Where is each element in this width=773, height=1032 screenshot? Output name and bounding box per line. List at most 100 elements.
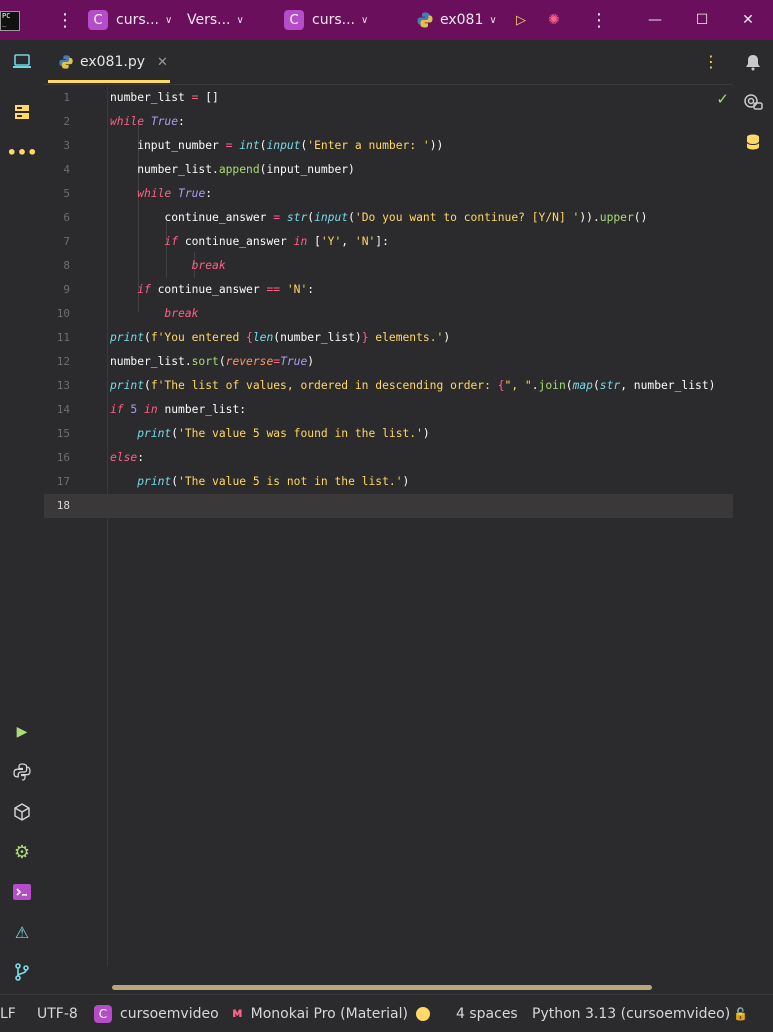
python-console-button[interactable] [12,762,32,782]
bell-icon [746,55,760,71]
tab-actions-button[interactable]: ⋮ [703,52,719,71]
code-text: while True: [110,115,185,128]
line-number: 5 [63,187,70,200]
code-text: number_list = [] [110,91,219,104]
code-line[interactable]: 5 while True: [44,182,733,206]
kebab-menu-icon: ⋮ [703,52,719,71]
encoding-widget[interactable]: UTF-8 [37,995,78,1032]
maximize-button[interactable]: ☐ [687,0,717,40]
project-tool-button[interactable] [12,52,32,72]
code-text: print(f'The list of values, ordered in d… [110,379,716,392]
code-line[interactable]: 14 if 5 in number_list: [44,398,733,422]
vcs-widget[interactable]: Vers... ∨ [187,0,244,40]
python-file-icon [59,55,73,69]
status-dot-icon [416,1006,430,1021]
encoding-label: UTF-8 [37,1005,78,1022]
code-line[interactable]: 15 print('The value 5 was found in the l… [44,422,733,446]
code-line[interactable]: 1 number_list = [] [44,86,733,110]
code-line[interactable]: 12 number_list.sort(reverse=True) [44,350,733,374]
pycharm-logo[interactable]: PC _ [0,11,20,31]
problems-tool-button[interactable]: ⚠ [12,922,32,942]
code-text: if 5 in number_list: [110,403,247,416]
ai-assistant-button[interactable] [743,92,763,112]
code-line[interactable]: 17 print('The value 5 is not in the list… [44,470,733,494]
code-line[interactable]: 11 print(f'You entered {len(number_list)}… [44,326,733,350]
python-packages-button[interactable] [12,802,32,822]
run-config-selector[interactable]: ex081 ∨ [416,0,497,40]
tab-filename: ex081.py [80,54,145,70]
line-separator-widget[interactable]: LF [0,995,16,1032]
bug-icon: ✺ [548,12,560,28]
line-number: 13 [56,379,70,392]
run-config-label: ex081 [440,12,484,28]
code-text: input_number = int(input('Enter a number… [110,139,444,152]
code-line[interactable]: 4 number_list.append(input_number) [44,158,733,182]
code-line[interactable]: 2 while True: [44,110,733,134]
code-line-current[interactable]: 18 [44,494,733,518]
interpreter-label: Python 3.13 (cursoemvideo) [532,1005,731,1022]
editor-tab[interactable]: ex081.py ✕ [48,40,170,84]
code-line[interactable]: 6 continue_answer = str(input('Do you wa… [44,206,733,230]
database-button[interactable] [743,132,763,152]
close-tab-icon[interactable]: ✕ [157,55,168,70]
code-line[interactable]: 10 break [44,302,733,326]
run-tool-button[interactable]: ▶ [12,722,32,742]
title-bar: PC _ ⋮ C curs... ∨ Vers... ∨ C curs... ∨ … [0,0,773,40]
project-switcher[interactable]: C curs... ∨ [88,0,172,40]
ai-assistant-icon [744,94,763,110]
services-tool-button[interactable]: ⚙ [12,841,32,863]
chevron-down-icon: ∨ [360,14,369,26]
python-console-icon [13,763,31,781]
structure-tool-button[interactable] [12,102,32,122]
project-widget[interactable]: C cursoemvideo [94,995,219,1032]
main-menu-button[interactable]: ⋮ [56,0,74,40]
code-line[interactable]: 16 else: [44,446,733,470]
code-line[interactable]: 8 break [44,254,733,278]
theme-widget[interactable]: ᴍ Monokai Pro (Material) [232,995,408,1032]
editor-tab-bar: ex081.py ✕ ⋮ [44,40,733,85]
indent-widget[interactable]: 4 spaces [456,995,518,1032]
maximize-icon: ☐ [695,12,709,28]
code-text: break [164,307,199,320]
lock-icon: 🔓 [733,1006,748,1021]
project-label: curs... [116,12,159,28]
line-number: 4 [63,163,70,176]
line-number: 14 [56,403,70,416]
line-number: 3 [63,139,70,152]
minimize-button[interactable]: — [640,0,670,40]
run-button[interactable]: ▷ [516,0,526,40]
terminal-tool-button[interactable] [12,882,32,902]
more-tools-button[interactable]: ••• [7,142,38,162]
line-number: 12 [56,355,70,368]
code-line[interactable]: 13 print(f'The list of values, ordered in… [44,374,733,398]
database-icon [746,134,760,150]
vcs-label: Vers... [187,12,231,28]
left-tool-strip: ••• ▶ ⚙ ⚠ [0,40,44,994]
line-number: 16 [56,451,70,464]
code-text: break [191,259,226,272]
readonly-toggle[interactable]: 🔓 [733,995,748,1032]
code-text: print('The value 5 is not in the list.') [137,475,410,488]
more-actions-button[interactable]: ⋮ [590,0,608,40]
minimize-icon: — [648,12,662,28]
close-window-button[interactable]: ✕ [733,0,763,40]
code-line[interactable]: 3 input_number = int(input('Enter a numb… [44,134,733,158]
python-packages-icon [14,803,30,821]
code-text: number_list.sort(reverse=True) [110,355,315,368]
notifications-button[interactable] [743,52,763,72]
chevron-down-icon: ∨ [489,14,497,26]
line-number: 9 [63,283,70,296]
line-separator-label: LF [0,1005,16,1022]
horizontal-scrollbar[interactable] [112,985,652,990]
right-tool-strip [733,40,773,994]
gear-icon: ⚙ [13,841,31,863]
code-line[interactable]: 9 if continue_answer == 'N': [44,278,733,302]
code-editor[interactable]: ✓ 1 number_list = [] 2 while True: 3 input… [44,86,733,986]
code-line[interactable]: 7 if continue_answer in ['Y', 'N']: [44,230,733,254]
interpreter-widget[interactable]: Python 3.13 (cursoemvideo) [532,995,730,1032]
run-icon: ▶ [16,724,28,740]
highlight-status-widget[interactable] [416,995,430,1032]
git-tool-button[interactable] [12,962,32,982]
project-switcher-2[interactable]: C curs... ∨ [284,0,368,40]
debug-button[interactable]: ✺ [548,0,560,40]
